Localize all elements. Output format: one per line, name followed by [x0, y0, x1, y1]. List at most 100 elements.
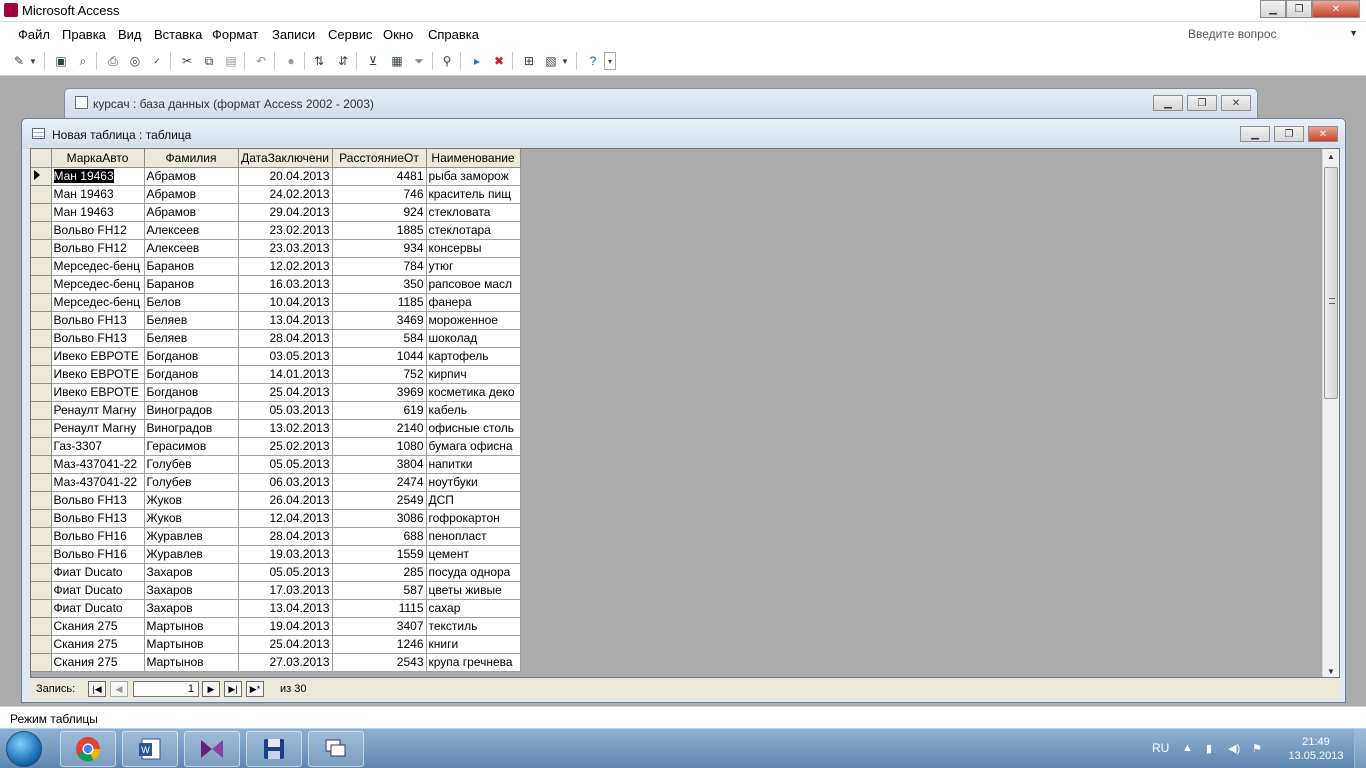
record-selector[interactable] — [31, 401, 52, 420]
table-row[interactable]: Маз-437041-22 Голубев 05.05.2013 3804 напитк… — [31, 455, 521, 474]
table-cell[interactable]: 3469 — [332, 311, 427, 330]
record-selector[interactable] — [31, 617, 52, 636]
table-cell[interactable]: Скания 275 — [51, 653, 145, 672]
table-row[interactable]: Вольво FH12 Алексеев 23.02.2013 1885 стеклот… — [31, 221, 521, 240]
visual-studio-taskbar-button[interactable] — [184, 731, 240, 767]
ask-question-box[interactable]: Введите вопрос ▼ — [1184, 25, 1364, 43]
table-cell[interactable]: Голубев — [144, 473, 239, 492]
table-cell[interactable]: 2549 — [332, 491, 427, 510]
table-cell[interactable]: Фиат Ducato — [51, 581, 145, 600]
table-cell[interactable]: 3086 — [332, 509, 427, 528]
table-cell[interactable]: 752 — [332, 365, 427, 384]
table-row[interactable]: Мерседес-бенц Баранов 16.03.2013 350 рапсово… — [31, 275, 521, 294]
table-cell[interactable]: Вольво FH16 — [51, 527, 145, 546]
table-cell[interactable]: 1185 — [332, 293, 427, 312]
table-cell[interactable]: напитки — [426, 455, 521, 474]
table-cell[interactable]: 1080 — [332, 437, 427, 456]
table-cell[interactable]: 619 — [332, 401, 427, 420]
table-cell[interactable]: Беляев — [144, 329, 239, 348]
table-cell[interactable]: Захаров — [144, 563, 239, 582]
table-cell[interactable]: Вольво FH13 — [51, 311, 145, 330]
table-cell[interactable]: 784 — [332, 257, 427, 276]
table-cell[interactable]: Мартынов — [144, 617, 239, 636]
table-cell[interactable]: Жуков — [144, 509, 239, 528]
word-taskbar-button[interactable]: W — [122, 731, 178, 767]
table-cell[interactable]: ДСП — [426, 491, 521, 510]
record-selector[interactable] — [31, 527, 52, 546]
table-cell[interactable]: бумага офисна — [426, 437, 521, 456]
table-row[interactable]: Ман 19463 Абрамов 24.02.2013 746 краситель п… — [31, 185, 521, 204]
table-cell[interactable]: 25.04.2013 — [238, 635, 333, 654]
new-object-dropdown-icon[interactable]: ▼ — [560, 52, 570, 70]
previous-record-button[interactable]: ◀ — [110, 681, 128, 697]
find-icon[interactable]: ⚲ — [438, 52, 456, 70]
table-row[interactable]: Ман 19463 Абрамов 20.04.2013 4481 рыба замор… — [31, 167, 521, 186]
filter-icon[interactable]: ⏷ — [410, 52, 428, 70]
record-selector[interactable] — [31, 509, 52, 528]
table-cell[interactable]: Богданов — [144, 347, 239, 366]
table-cell[interactable]: 924 — [332, 203, 427, 222]
column-header[interactable]: Фамилия — [144, 149, 239, 168]
new-record-button[interactable]: ▶* — [246, 681, 264, 697]
scroll-thumb[interactable] — [1324, 167, 1338, 399]
table-cell[interactable]: 14.01.2013 — [238, 365, 333, 384]
table-cell[interactable]: Вольво FH13 — [51, 329, 145, 348]
table-row[interactable]: Мерседес-бенц Белов 10.04.2013 1185 фанера — [31, 293, 521, 312]
menu-insert[interactable]: Вставка — [154, 27, 202, 42]
table-cell[interactable]: 13.04.2013 — [238, 599, 333, 618]
table-cell[interactable]: Баранов — [144, 275, 239, 294]
table-cell[interactable]: Жуков — [144, 491, 239, 510]
table-row[interactable]: Фиат Ducato Захаров 17.03.2013 587 цветы жив… — [31, 581, 521, 600]
table-cell[interactable]: Виноградов — [144, 401, 239, 420]
table-cell[interactable]: 1044 — [332, 347, 427, 366]
table-cell[interactable]: цветы живые — [426, 581, 521, 600]
table-cell[interactable]: 3407 — [332, 617, 427, 636]
table-cell[interactable]: 1885 — [332, 221, 427, 240]
paste-icon[interactable]: ▤ — [222, 52, 240, 70]
table-row[interactable]: Скания 275 Мартынов 25.04.2013 1246 книги — [31, 635, 521, 654]
table-cell[interactable]: 27.03.2013 — [238, 653, 333, 672]
view-dropdown-icon[interactable]: ▼ — [28, 52, 38, 70]
table-cell[interactable]: 3804 — [332, 455, 427, 474]
table-cell[interactable]: 23.03.2013 — [238, 239, 333, 258]
table-cell[interactable]: 12.02.2013 — [238, 257, 333, 276]
table-cell[interactable]: текстиль — [426, 617, 521, 636]
table-cell[interactable]: Ренаулт Магну — [51, 419, 145, 438]
table-cell[interactable]: ноутбуки — [426, 473, 521, 492]
language-indicator[interactable]: RU — [1152, 741, 1169, 755]
column-header[interactable]: ДатаЗаключени — [238, 149, 333, 168]
table-cell[interactable]: Ивеко ЕВРОТЕ — [51, 347, 145, 366]
record-selector[interactable] — [31, 311, 52, 330]
menu-help[interactable]: Справка — [428, 27, 479, 42]
table-cell[interactable]: Захаров — [144, 581, 239, 600]
table-row[interactable]: Ивеко ЕВРОТЕ Богданов 03.05.2013 1044 картоф… — [31, 347, 521, 366]
db-maximize-button[interactable]: ❐ — [1187, 95, 1217, 111]
table-cell[interactable]: Виноградов — [144, 419, 239, 438]
table-cell[interactable]: Белов — [144, 293, 239, 312]
table-cell[interactable]: 29.04.2013 — [238, 203, 333, 222]
table-cell[interactable]: Захаров — [144, 599, 239, 618]
table-cell[interactable]: 285 — [332, 563, 427, 582]
print-icon[interactable]: ⎙ — [104, 52, 122, 70]
table-row[interactable]: Маз-437041-22 Голубев 06.03.2013 2474 ноутбу… — [31, 473, 521, 492]
record-selector[interactable] — [31, 653, 52, 672]
table-cell[interactable]: Газ-3307 — [51, 437, 145, 456]
table-cell[interactable]: 05.05.2013 — [238, 563, 333, 582]
table-cell[interactable]: стеклотара — [426, 221, 521, 240]
undo-icon[interactable]: ↶ — [252, 52, 270, 70]
table-row[interactable]: Вольво FH13 Жуков 12.04.2013 3086 гофрокарто… — [31, 509, 521, 528]
record-selector[interactable] — [31, 347, 52, 366]
table-row[interactable]: Фиат Ducato Захаров 05.05.2013 285 посуда од… — [31, 563, 521, 582]
table-cell[interactable]: 584 — [332, 329, 427, 348]
table-cell[interactable]: кирпич — [426, 365, 521, 384]
first-record-button[interactable]: |◀ — [88, 681, 106, 697]
record-selector[interactable] — [31, 635, 52, 654]
copy-icon[interactable]: ⧉ — [200, 52, 218, 70]
column-header[interactable]: Наименование — [426, 149, 521, 168]
table-row[interactable]: Скания 275 Мартынов 27.03.2013 2543 крупа гр… — [31, 653, 521, 672]
minimize-button[interactable]: ▁ — [1260, 0, 1286, 18]
table-cell[interactable]: 3969 — [332, 383, 427, 402]
save-taskbar-button[interactable] — [246, 731, 302, 767]
table-cell[interactable]: офисные столь — [426, 419, 521, 438]
record-selector[interactable] — [31, 221, 52, 240]
